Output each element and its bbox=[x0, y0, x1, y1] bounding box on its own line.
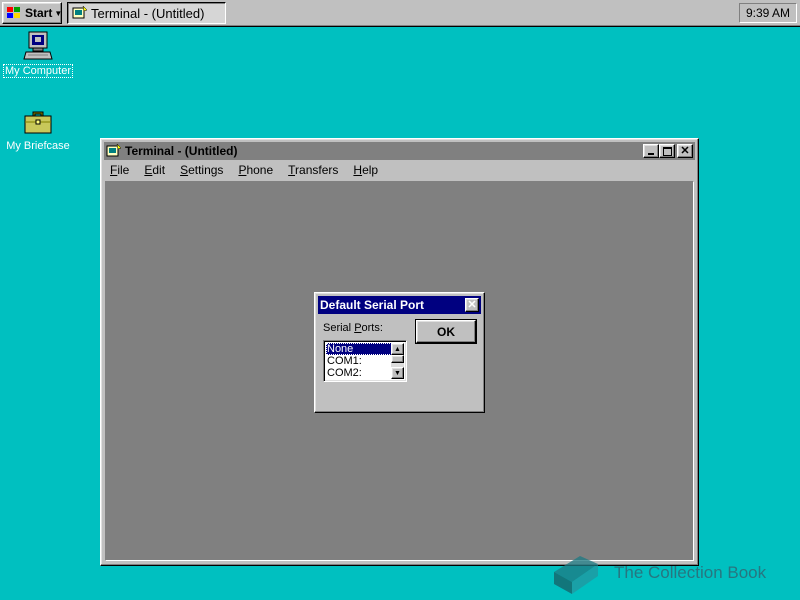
port-list-items: None COM1: COM2: bbox=[326, 343, 392, 379]
window-titlebar[interactable]: Terminal - (Untitled) ✕ bbox=[104, 142, 695, 160]
list-item-none[interactable]: None bbox=[326, 343, 392, 355]
menu-label: ettings bbox=[188, 163, 224, 177]
list-item-com1[interactable]: COM1: bbox=[326, 355, 392, 367]
maximize-icon bbox=[662, 146, 672, 156]
chevron-down-icon: ▼ bbox=[54, 8, 63, 18]
menu-edit[interactable]: Edit bbox=[142, 163, 167, 177]
terminal-app-icon bbox=[72, 5, 88, 19]
close-icon: ✕ bbox=[467, 298, 477, 311]
dialog-title: Default Serial Port bbox=[320, 298, 425, 312]
label-text: orts: bbox=[361, 322, 383, 334]
scroll-thumb[interactable] bbox=[391, 355, 404, 363]
label-text: Serial bbox=[323, 322, 355, 334]
dialog-titlebar[interactable]: Default Serial Port ✕ bbox=[318, 296, 481, 314]
menu-label: elp bbox=[362, 163, 379, 177]
close-icon: ✕ bbox=[680, 144, 690, 157]
dialog-close-button[interactable]: ✕ bbox=[465, 298, 479, 312]
computer-icon bbox=[23, 31, 53, 60]
menu-label: dit bbox=[152, 163, 166, 177]
minimize-button[interactable] bbox=[643, 144, 659, 158]
taskbar: Start ▼ Terminal - (Untitled) 9:39 AM bbox=[0, 0, 800, 27]
desktop-icon-my-briefcase[interactable]: My Briefcase bbox=[0, 106, 76, 152]
arrow-down-icon: ▼ bbox=[394, 369, 401, 377]
desktop-icon-label: My Briefcase bbox=[6, 140, 70, 152]
close-button[interactable]: ✕ bbox=[677, 144, 693, 158]
menu-bar: File Edit Settings Phone Transfers Help bbox=[104, 160, 695, 180]
default-serial-port-dialog: Default Serial Port ✕ Serial Ports: OK N… bbox=[314, 292, 485, 413]
briefcase-icon bbox=[24, 111, 52, 134]
watermark-text: The Collection Book bbox=[614, 563, 767, 582]
minimize-icon bbox=[648, 153, 654, 155]
menu-mnemonic: H bbox=[353, 163, 363, 177]
desktop-icon-my-computer[interactable]: My Computer bbox=[0, 30, 76, 78]
menu-settings[interactable]: Settings bbox=[178, 163, 225, 177]
menu-help[interactable]: Help bbox=[351, 163, 380, 177]
arrow-up-icon: ▲ bbox=[394, 345, 401, 353]
menu-label: ransfers bbox=[295, 163, 339, 177]
start-button[interactable]: Start ▼ bbox=[2, 2, 62, 24]
taskbar-button-label: Terminal - (Untitled) bbox=[91, 5, 205, 21]
scroll-down-button[interactable]: ▼ bbox=[391, 367, 404, 379]
menu-mnemonic: S bbox=[180, 163, 189, 177]
start-label: Start bbox=[25, 6, 53, 20]
listbox-scrollbar[interactable]: ▲ ▼ bbox=[391, 343, 404, 379]
maximize-button[interactable] bbox=[659, 144, 675, 158]
serial-ports-label: Serial Ports: bbox=[323, 322, 383, 334]
menu-transfers[interactable]: Transfers bbox=[286, 163, 340, 177]
label-mnemonic: P bbox=[354, 322, 362, 334]
menu-file[interactable]: File bbox=[108, 163, 131, 177]
scroll-up-button[interactable]: ▲ bbox=[391, 343, 404, 355]
system-tray: 9:39 AM bbox=[739, 3, 797, 23]
book-icon bbox=[554, 556, 598, 594]
desktop-icon-label: My Computer bbox=[2, 64, 74, 78]
windows-logo-icon bbox=[7, 7, 20, 18]
terminal-app-icon[interactable] bbox=[106, 143, 122, 159]
ok-button[interactable]: OK bbox=[415, 319, 477, 344]
window-title: Terminal - (Untitled) bbox=[125, 144, 238, 158]
taskbar-button-terminal[interactable]: Terminal - (Untitled) bbox=[67, 2, 226, 24]
menu-label: hone bbox=[246, 163, 274, 177]
list-item-com2[interactable]: COM2: bbox=[326, 367, 392, 379]
menu-label: ile bbox=[117, 163, 130, 177]
menu-mnemonic: T bbox=[288, 163, 296, 177]
clock[interactable]: 9:39 AM bbox=[746, 6, 790, 20]
watermark: The Collection Book bbox=[548, 550, 766, 596]
serial-ports-listbox[interactable]: None COM1: COM2: ▲ ▼ bbox=[323, 340, 407, 382]
menu-phone[interactable]: Phone bbox=[236, 163, 275, 177]
